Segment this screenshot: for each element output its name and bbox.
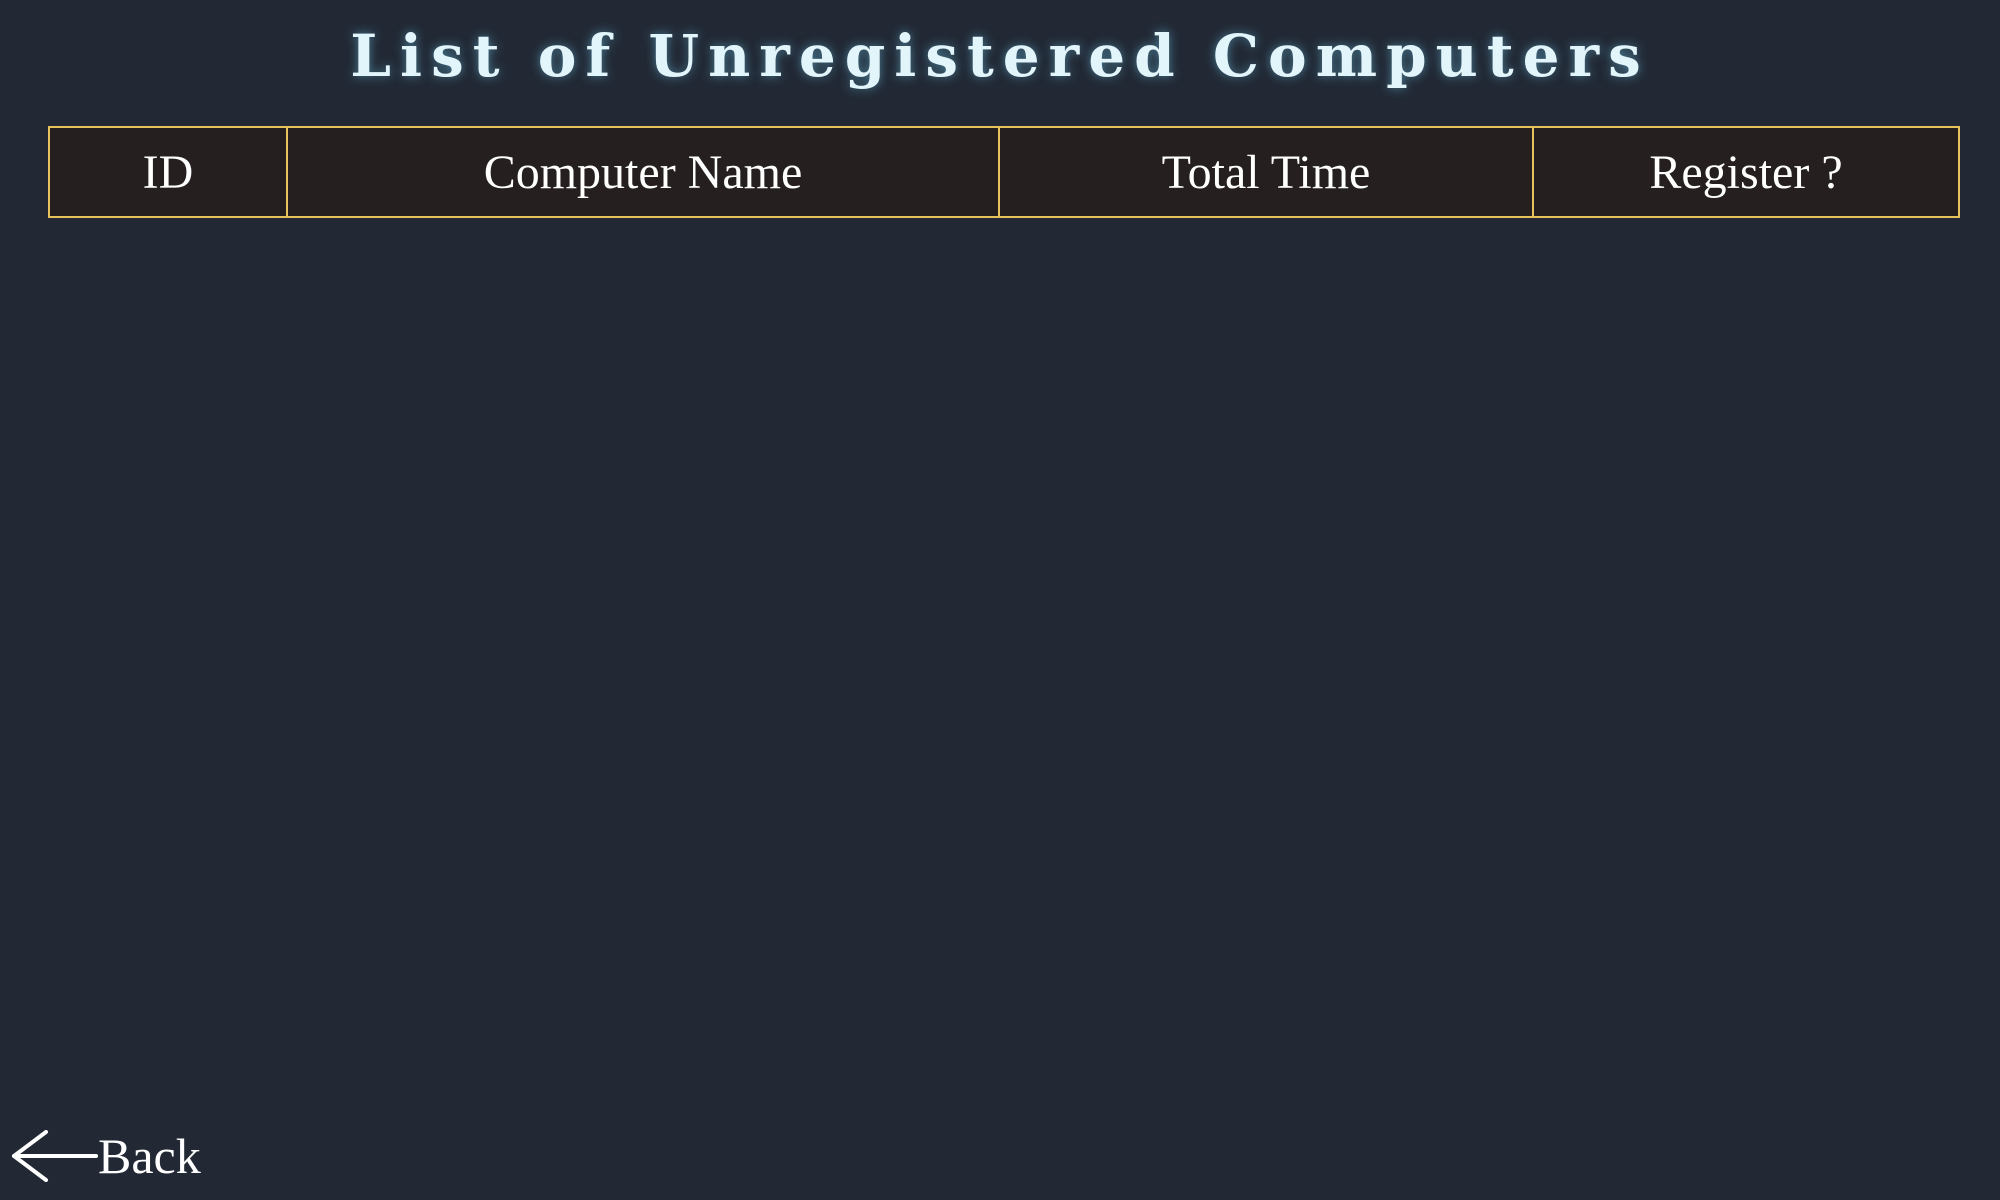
back-button[interactable]: Back: [10, 1128, 201, 1184]
table-header: ID Computer Name Total Time Register ?: [48, 126, 1960, 218]
column-header-id: ID: [48, 126, 288, 218]
column-header-register: Register ?: [1532, 126, 1960, 218]
column-header-total-time: Total Time: [998, 126, 1534, 218]
unregistered-computers-table: ID Computer Name Total Time Register ?: [48, 126, 1960, 218]
left-arrow-icon: [10, 1130, 98, 1182]
table-header-row: ID Computer Name Total Time Register ?: [48, 126, 1960, 218]
back-label: Back: [98, 1128, 201, 1184]
unregistered-computers-table-container: ID Computer Name Total Time Register ?: [48, 126, 1960, 218]
column-header-computer-name: Computer Name: [286, 126, 1000, 218]
page-title: List of Unregistered Computers: [350, 22, 1650, 90]
